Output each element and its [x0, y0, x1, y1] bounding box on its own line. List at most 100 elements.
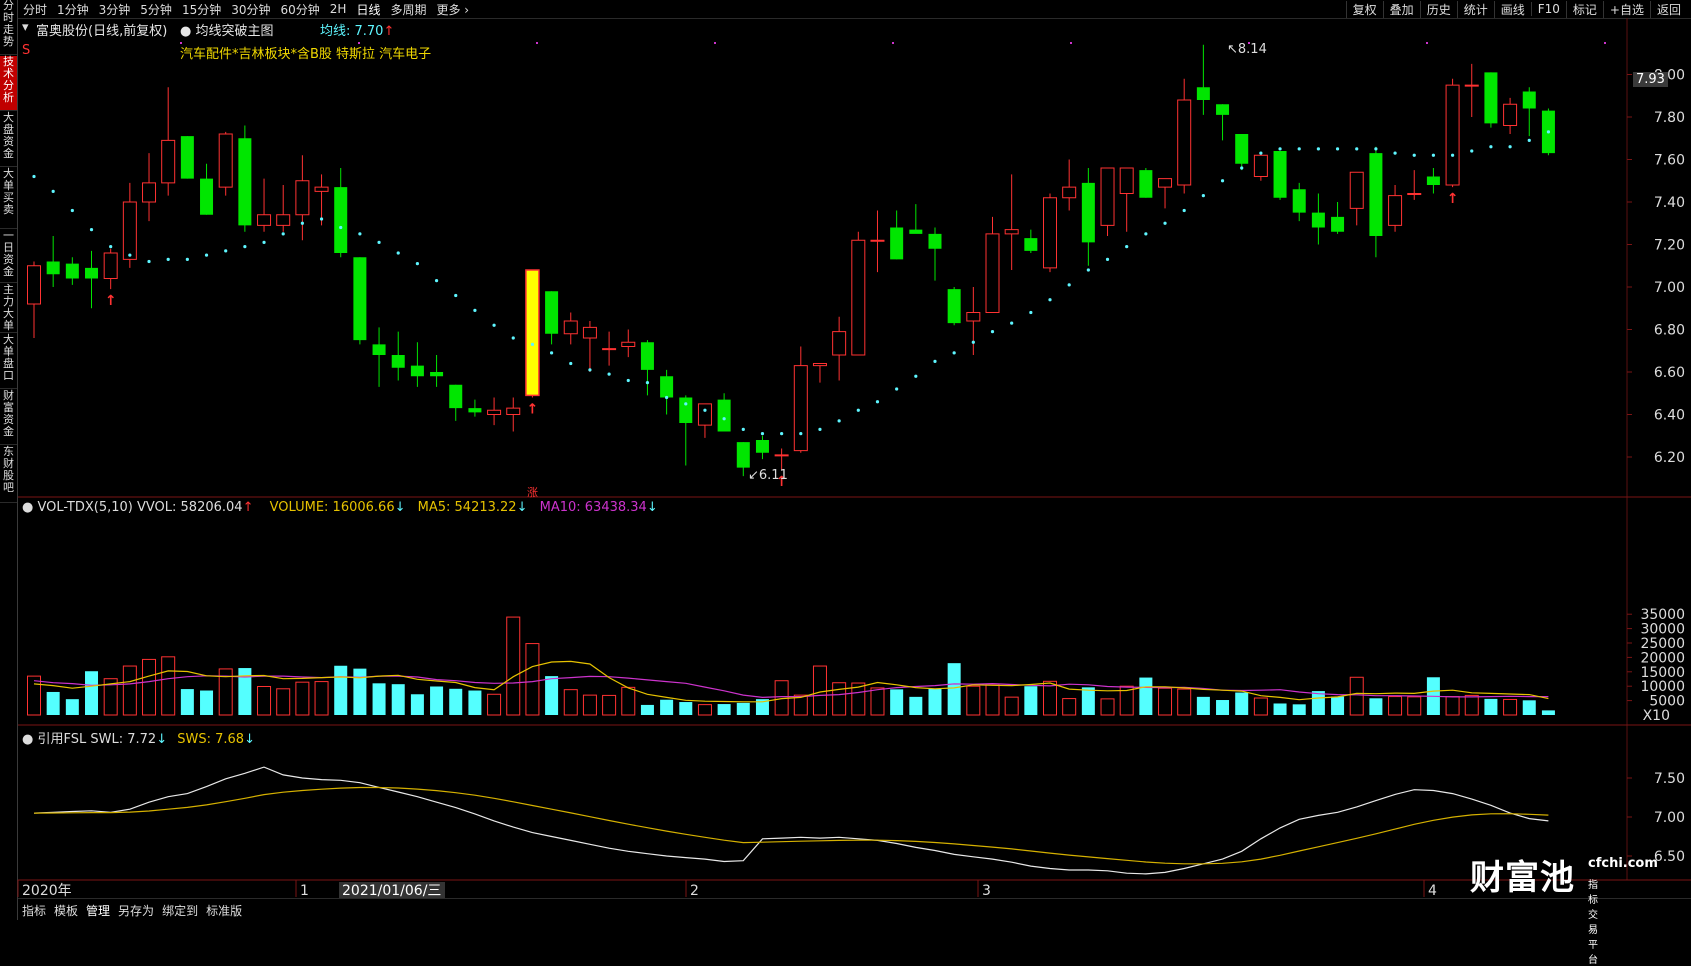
candle-body	[487, 409, 502, 415]
ma-dot	[1355, 147, 1359, 151]
volume-bar	[1445, 696, 1460, 716]
candle-body	[1369, 153, 1383, 236]
candle-body	[640, 342, 654, 370]
fsl-header: ● 引用FSL SWL: 7.72↓ SWS: 7.68↓	[22, 728, 255, 747]
volume-bar	[46, 691, 60, 715]
candle-body	[1196, 87, 1210, 100]
ma-dot	[1546, 130, 1551, 134]
watermark-domain: cfchi.com	[1588, 856, 1658, 871]
volume-bar	[928, 688, 942, 715]
ma-dot	[243, 245, 247, 249]
candle-body	[1119, 167, 1134, 194]
ma-dot	[1508, 145, 1512, 149]
ma-dot	[1182, 208, 1186, 213]
marker-dot	[714, 42, 716, 44]
candle-body	[218, 133, 233, 188]
ma-value: 均线: 7.70	[320, 24, 384, 39]
marker-dot	[892, 42, 894, 44]
volume-bar	[1292, 704, 1306, 715]
volume-bar	[1522, 700, 1536, 715]
ma-dot	[1048, 298, 1052, 302]
buy-arrow-icon: ↑	[1447, 191, 1459, 207]
vol-vvol: VVOL: 58206.04	[136, 500, 243, 515]
volume-bar	[621, 686, 636, 716]
price-tick-label: 6.40	[1654, 408, 1685, 424]
candle-body	[1235, 134, 1249, 164]
ma-dot	[875, 400, 880, 404]
kline-chart[interactable]: 8.007.807.607.407.207.006.806.606.406.20…	[0, 0, 1691, 920]
ma-dot	[684, 402, 688, 406]
volume-bar	[812, 665, 827, 716]
ma-dot	[415, 262, 419, 266]
candle-body	[755, 440, 769, 453]
candle-body	[697, 403, 712, 426]
volume-bar	[334, 665, 348, 715]
ma5-arrow: ↓	[516, 500, 528, 515]
candle-body	[1177, 99, 1192, 186]
buy-arrow-icon: ↑	[105, 293, 117, 309]
volume-bar	[890, 689, 904, 715]
bottom-tab[interactable]: 绑定到	[158, 902, 202, 919]
ma-dot	[665, 395, 669, 400]
bottom-tab[interactable]: 另存为	[114, 902, 158, 919]
candle-body	[851, 239, 866, 356]
volume-bar	[238, 668, 252, 715]
ma-dot	[1527, 138, 1531, 142]
ma-dot	[434, 279, 439, 283]
ma-dot	[319, 217, 324, 221]
candle-body	[180, 136, 194, 179]
fsl-tick-label: 7.00	[1654, 810, 1685, 826]
bottom-tab[interactable]: 指标	[18, 902, 50, 919]
date-label: 1	[300, 883, 309, 899]
volume-bar	[85, 671, 99, 715]
panel-collapse-icon[interactable]: ▾	[22, 20, 29, 35]
volume-bar	[1484, 698, 1498, 715]
ma-dot	[1278, 147, 1282, 151]
volume-bar	[161, 656, 176, 716]
high-price-value: 8.14	[1237, 42, 1267, 57]
marker-dot	[1604, 42, 1606, 44]
price-tick-label: 7.60	[1654, 153, 1685, 169]
current-price-tag: 7.93	[1633, 72, 1668, 87]
volume-bar	[640, 704, 654, 715]
volume-bar	[410, 694, 424, 715]
ma-dot	[971, 340, 975, 344]
template-dropdown[interactable]: ● 均线突破主图	[180, 20, 274, 39]
volume-bar	[909, 696, 923, 715]
watermark-brand: 财富池	[1470, 858, 1575, 898]
candle-body	[1388, 195, 1403, 226]
volume-bar	[295, 681, 310, 716]
volume-bar	[1407, 696, 1422, 716]
candle-body	[449, 384, 463, 409]
volume-bar	[697, 704, 712, 716]
ma-dot	[530, 342, 535, 346]
ma-dot	[703, 408, 707, 412]
candle-body	[430, 372, 444, 377]
bottom-tab[interactable]: 模板	[50, 902, 82, 919]
candle-body	[295, 180, 310, 216]
ma-dot	[1125, 245, 1129, 249]
ma-dot	[1240, 166, 1244, 170]
ma-dot	[856, 408, 860, 412]
low-price-note: ↙6.11	[748, 468, 788, 483]
volume-bar	[1235, 692, 1249, 715]
ma-dot	[1335, 147, 1340, 151]
vol-ma10: MA10: 63438.34	[539, 500, 647, 515]
ma-dot	[837, 419, 841, 423]
volume-bar	[430, 686, 444, 715]
bottom-tab[interactable]: 标准版	[202, 902, 246, 919]
ma-dot	[1489, 145, 1493, 149]
ma-dot	[1067, 283, 1071, 287]
fsl-tick-label: 6.50	[1654, 849, 1685, 865]
bottom-tab[interactable]: 管理	[82, 902, 114, 919]
fsl-collapse-icon[interactable]: ●	[22, 732, 33, 747]
ma-dot	[1163, 221, 1167, 225]
vol-collapse-icon[interactable]: ●	[22, 500, 33, 515]
candle-body	[353, 257, 367, 341]
ma-dot	[1412, 153, 1416, 157]
volume-bar	[391, 684, 405, 715]
candle-body	[314, 186, 329, 192]
candle-body	[161, 139, 176, 184]
ma-dot	[1029, 310, 1033, 315]
volume-bar	[200, 690, 214, 715]
